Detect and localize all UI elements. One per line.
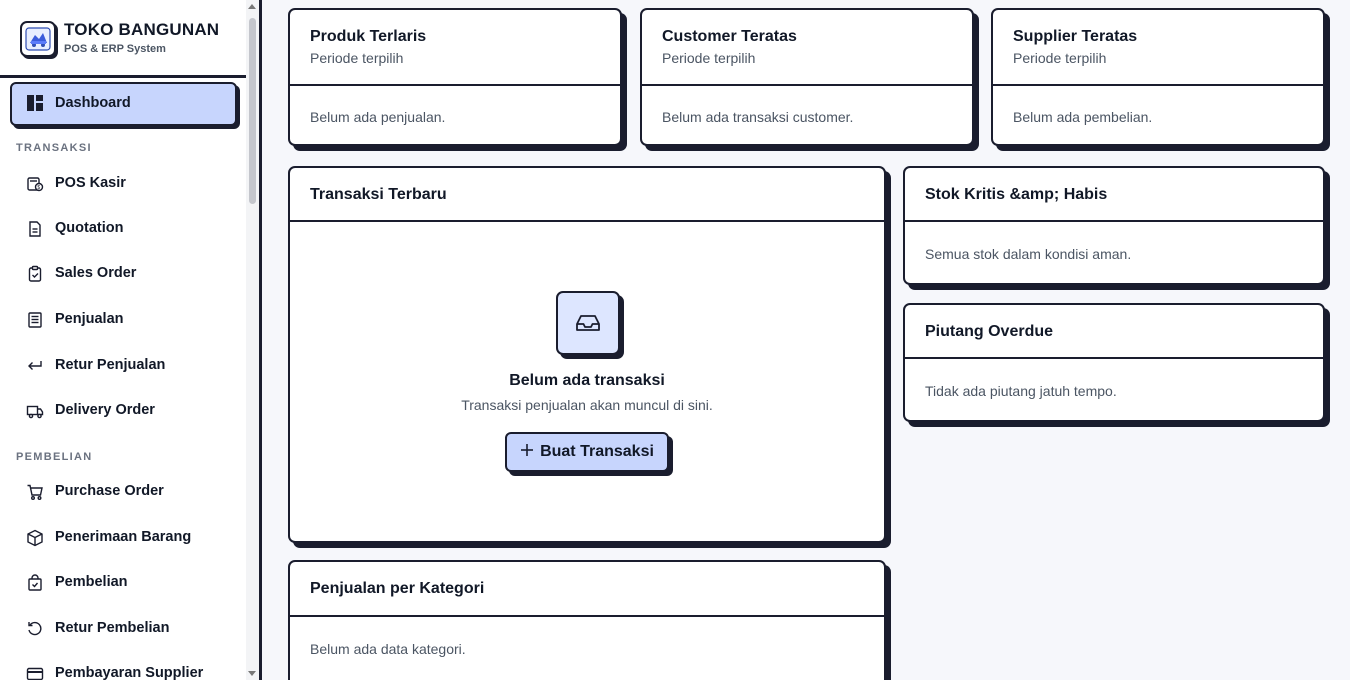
- card-penjualan-kategori: Penjualan per Kategori Belum ada data ka…: [288, 560, 886, 680]
- sidebar-item-delivery-order[interactable]: Delivery Order: [12, 391, 237, 431]
- sidebar-item-label: POS Kasir: [55, 175, 126, 191]
- card-subtitle: Periode terpilih: [1013, 50, 1107, 66]
- card-empty-text: Tidak ada piutang jatuh tempo.: [925, 383, 1117, 399]
- card-title: Penjualan per Kategori: [310, 580, 485, 597]
- empty-state-subtitle: Transaksi penjualan akan muncul di sini.: [461, 397, 713, 413]
- sidebar-item-pembayaran-supplier[interactable]: Pembayaran Supplier: [12, 654, 237, 680]
- card-stok-kritis: Stok Kritis &amp; Habis Semua stok dalam…: [903, 166, 1325, 285]
- document-icon: [26, 220, 44, 238]
- card-header: Stok Kritis &amp; Habis: [905, 168, 1323, 222]
- credit-card-icon: [26, 665, 44, 680]
- card-customer-teratas: Customer Teratas Periode terpilih Belum …: [640, 8, 974, 146]
- card-title: Piutang Overdue: [925, 323, 1054, 340]
- sidebar-item-label: Sales Order: [55, 265, 137, 281]
- sidebar-item-dashboard[interactable]: Dashboard: [10, 82, 237, 126]
- brand-logo-icon: [20, 21, 56, 57]
- sidebar-item-pembelian[interactable]: Pembelian: [12, 563, 237, 603]
- sidebar-scrollbar[interactable]: [246, 0, 259, 680]
- card-subtitle: Periode terpilih: [662, 50, 756, 66]
- card-subtitle: Periode terpilih: [310, 50, 404, 66]
- sidebar-item-pos-kasir[interactable]: $ POS Kasir: [12, 164, 237, 204]
- sidebar-item-label: Penerimaan Barang: [55, 529, 192, 545]
- sidebar-item-label: Retur Pembelian: [55, 620, 170, 636]
- sidebar: TOKO BANGUNAN POS & ERP System Dashboard…: [0, 0, 262, 680]
- inbox-icon: [556, 291, 620, 355]
- button-label: Buat Transaksi: [540, 443, 654, 460]
- sidebar-item-label: Purchase Order: [55, 483, 164, 499]
- sidebar-item-label: Quotation: [55, 220, 124, 236]
- scroll-up-icon[interactable]: [248, 4, 256, 9]
- plus-icon: [520, 443, 534, 462]
- section-label-pembelian: PEMBELIAN: [16, 451, 93, 463]
- card-empty-text: Semua stok dalam kondisi aman.: [925, 246, 1132, 262]
- rotate-ccw-icon: [26, 620, 44, 638]
- card-title: Customer Teratas: [662, 28, 797, 45]
- brand-subtitle: POS & ERP System: [64, 43, 166, 55]
- scrollbar-thumb[interactable]: [249, 18, 256, 204]
- sidebar-item-label: Penjualan: [55, 311, 124, 327]
- pos-icon: $: [26, 175, 44, 193]
- sidebar-item-label: Pembayaran Supplier: [55, 665, 204, 680]
- card-transaksi-terbaru: Transaksi Terbaru Belum ada transaksi Tr…: [288, 166, 886, 543]
- card-empty-text: Belum ada transaksi customer.: [662, 109, 854, 125]
- card-header: Piutang Overdue: [905, 305, 1323, 359]
- sidebar-item-label: Dashboard: [55, 95, 131, 111]
- dashboard-icon: [26, 94, 44, 112]
- truck-icon: [26, 402, 44, 420]
- box-icon: [26, 529, 44, 547]
- sidebar-item-quotation[interactable]: Quotation: [12, 209, 237, 249]
- card-supplier-teratas: Supplier Teratas Periode terpilih Belum …: [991, 8, 1325, 146]
- brand-title: TOKO BANGUNAN: [64, 20, 220, 39]
- sidebar-item-retur-pembelian[interactable]: Retur Pembelian: [12, 609, 237, 649]
- card-title: Produk Terlaris: [310, 28, 427, 45]
- card-title: Stok Kritis &amp; Habis: [925, 186, 1108, 203]
- card-header: Supplier Teratas Periode terpilih: [993, 10, 1323, 86]
- sidebar-item-label: Delivery Order: [55, 402, 155, 418]
- buat-transaksi-button[interactable]: Buat Transaksi: [505, 432, 669, 472]
- sidebar-item-label: Pembelian: [55, 574, 128, 590]
- sidebar-item-label: Retur Penjualan: [55, 357, 166, 373]
- sidebar-item-purchase-order[interactable]: Purchase Order: [12, 472, 237, 512]
- card-header: Penjualan per Kategori: [290, 562, 884, 617]
- section-label-transaksi: TRANSAKSI: [16, 142, 92, 154]
- card-piutang-overdue: Piutang Overdue Tidak ada piutang jatuh …: [903, 303, 1325, 422]
- brand-header: TOKO BANGUNAN POS & ERP System: [0, 0, 246, 78]
- sidebar-item-penjualan[interactable]: Penjualan: [12, 300, 237, 340]
- card-title: Transaksi Terbaru: [310, 186, 447, 203]
- card-title: Supplier Teratas: [1013, 28, 1138, 45]
- card-empty-text: Belum ada penjualan.: [310, 109, 446, 125]
- card-empty-text: Belum ada data kategori.: [310, 641, 466, 657]
- sidebar-content: TOKO BANGUNAN POS & ERP System Dashboard…: [0, 0, 246, 680]
- sidebar-item-sales-order[interactable]: Sales Order: [12, 254, 237, 294]
- clipboard-check-icon: [26, 265, 44, 283]
- svg-text:$: $: [37, 185, 40, 191]
- sidebar-item-retur-penjualan[interactable]: Retur Penjualan: [12, 346, 237, 386]
- cart-icon: [26, 483, 44, 501]
- receipt-icon: [26, 311, 44, 329]
- card-header: Produk Terlaris Periode terpilih: [290, 10, 620, 86]
- scroll-down-icon[interactable]: [248, 671, 256, 676]
- card-produk-terlaris: Produk Terlaris Periode terpilih Belum a…: [288, 8, 622, 146]
- sidebar-item-penerimaan-barang[interactable]: Penerimaan Barang: [12, 518, 237, 558]
- return-arrow-icon: [26, 357, 44, 375]
- empty-state-title: Belum ada transaksi: [509, 372, 665, 389]
- card-empty-text: Belum ada pembelian.: [1013, 109, 1153, 125]
- shopping-bag-icon: [26, 574, 44, 592]
- card-header: Customer Teratas Periode terpilih: [642, 10, 972, 86]
- card-header: Transaksi Terbaru: [290, 168, 884, 222]
